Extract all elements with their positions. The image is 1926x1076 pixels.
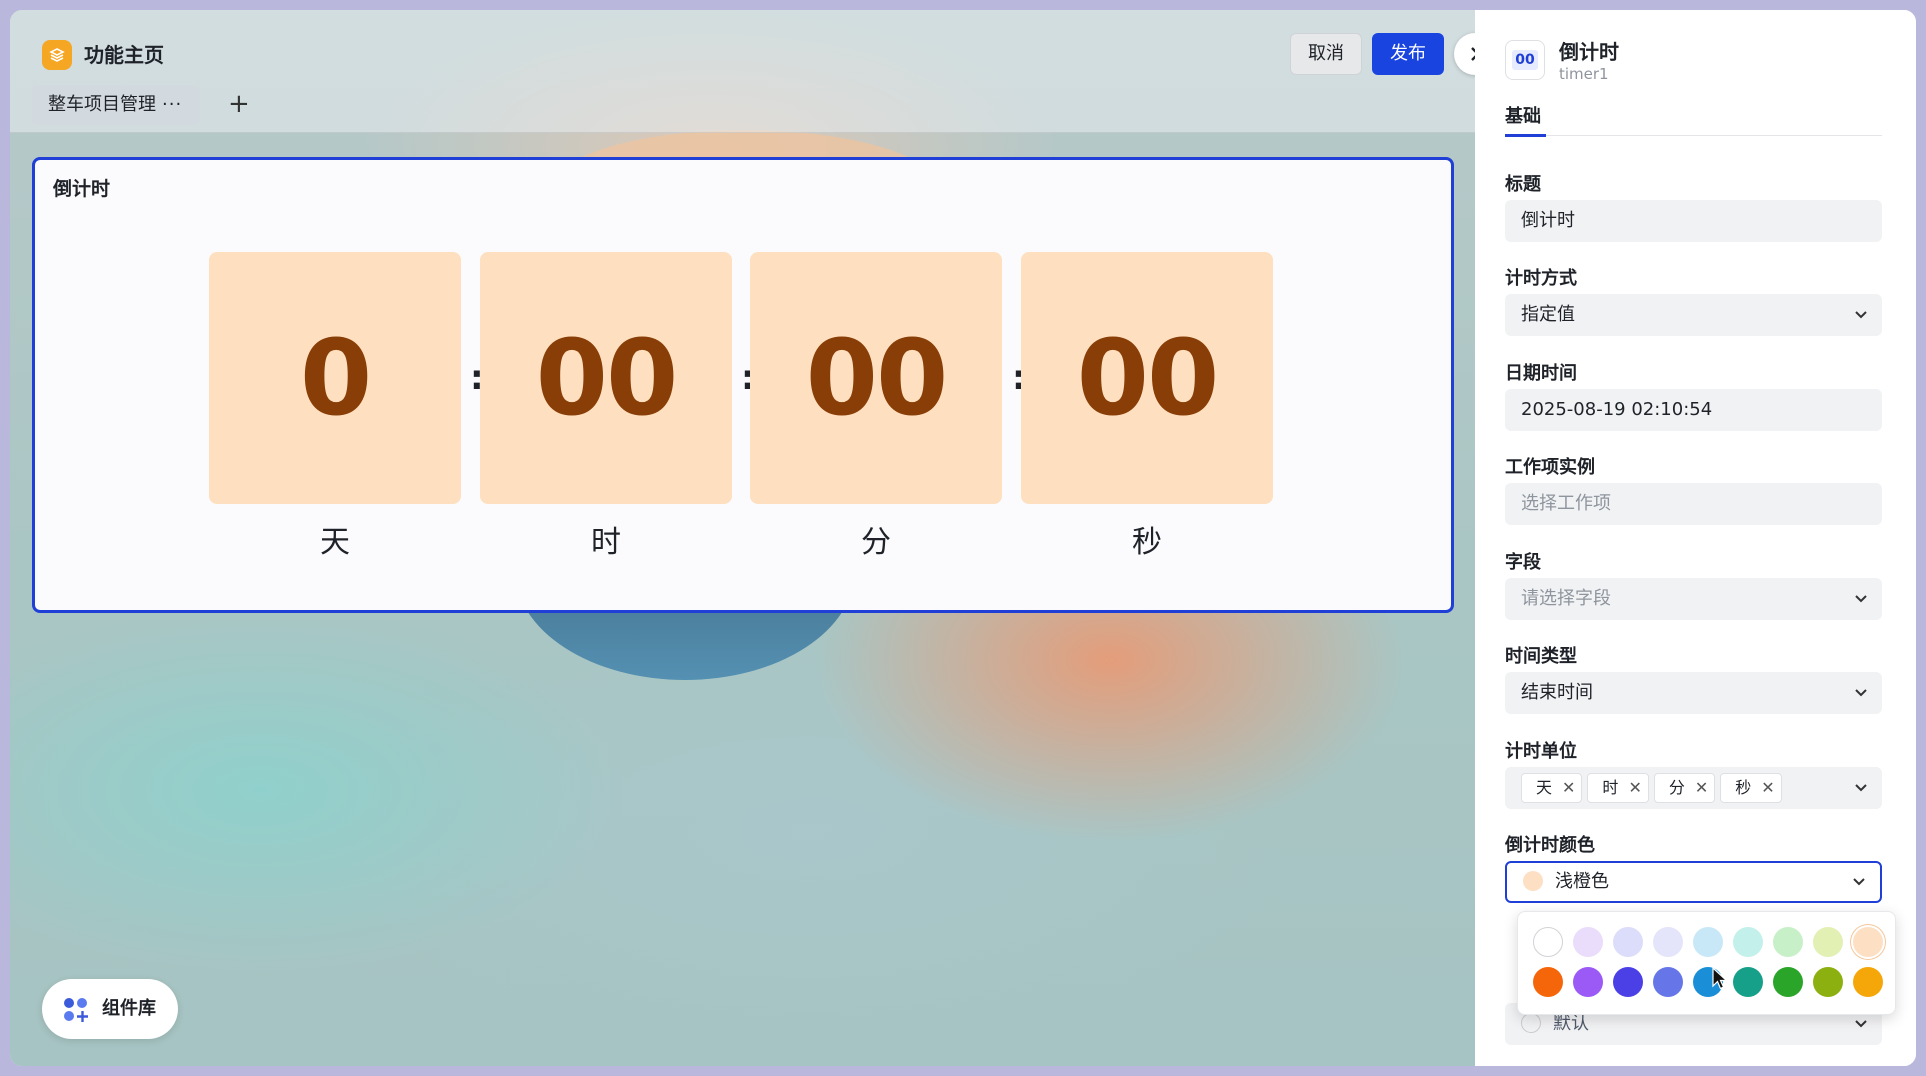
app-logo-icon — [42, 40, 72, 70]
close-icon[interactable]: ✕ — [1628, 778, 1641, 797]
timetype-select[interactable]: 结束时间 — [1505, 672, 1882, 714]
timer-icon: 00 — [1505, 40, 1545, 80]
unit-label: 天 — [320, 525, 350, 560]
unit-tag[interactable]: 分 ✕ — [1653, 773, 1716, 803]
component-library-label: 组件库 — [102, 998, 156, 1019]
days-value: 0 — [209, 252, 461, 504]
close-icon[interactable]: ✕ — [1695, 778, 1708, 797]
minutes-value: 00 — [750, 252, 1002, 504]
panel-title: 倒计时 — [1559, 40, 1619, 64]
chevron-down-icon — [1854, 294, 1868, 336]
workitem-select[interactable]: 选择工作项 — [1505, 483, 1882, 525]
unit-label: 秒 — [1132, 525, 1162, 560]
field-label: 计时单位 — [1505, 741, 1577, 762]
color-palette-popup — [1517, 911, 1896, 1015]
color-swatch[interactable] — [1613, 927, 1643, 957]
chevron-down-icon — [1854, 767, 1868, 809]
color-swatch[interactable] — [1853, 927, 1883, 957]
mouse-cursor-icon — [1712, 967, 1729, 990]
color-swatch[interactable] — [1573, 927, 1603, 957]
color-swatch — [1523, 870, 1543, 891]
color-swatch[interactable] — [1813, 967, 1843, 997]
hours-value: 00 — [480, 252, 732, 504]
countdown-widget[interactable]: 倒计时 0 : 00 : 00 : 00 天 时 分 秒 — [32, 157, 1454, 613]
field-label: 工作项实例 — [1505, 457, 1595, 478]
panel-subtitle: timer1 — [1559, 65, 1609, 83]
unit-tag[interactable]: 秒 ✕ — [1720, 773, 1782, 803]
unit-label: 分 — [861, 525, 891, 560]
publish-button[interactable]: 发布 — [1372, 33, 1444, 75]
unit-multiselect[interactable]: 天 ✕ 时 ✕ 分 ✕ 秒 ✕ — [1505, 767, 1882, 809]
color-swatch[interactable] — [1693, 927, 1723, 957]
page-header: 功能主页 整车项目管理 ··· + 取消 发布 — [10, 10, 1496, 133]
properties-panel: 00 倒计时 timer1 基础 标题 倒计时 计时方式 指定值 日期时间 20… — [1475, 10, 1916, 1066]
color-swatch[interactable] — [1853, 967, 1883, 997]
chevron-down-icon — [1854, 578, 1868, 620]
close-icon[interactable]: ✕ — [1761, 778, 1774, 797]
field-label: 标题 — [1505, 174, 1541, 195]
mode-select[interactable]: 指定值 — [1505, 294, 1882, 336]
cancel-button[interactable]: 取消 — [1290, 33, 1362, 75]
color-swatch[interactable] — [1533, 927, 1563, 957]
field-label: 倒计时颜色 — [1505, 835, 1595, 856]
color-swatch[interactable] — [1733, 927, 1763, 957]
field-label: 日期时间 — [1505, 363, 1577, 384]
datetime-input[interactable]: 2025-08-19 02:10:54 — [1505, 389, 1882, 431]
field-label: 字段 — [1505, 552, 1541, 573]
more-icon[interactable]: ··· — [162, 94, 182, 115]
field-label: 计时方式 — [1505, 268, 1577, 289]
field-label: 时间类型 — [1505, 646, 1577, 667]
color-select[interactable]: 浅橙色 — [1505, 861, 1882, 903]
tab-project[interactable]: 整车项目管理 ··· — [32, 85, 201, 125]
title-input[interactable]: 倒计时 — [1505, 200, 1882, 242]
color-swatch[interactable] — [1533, 967, 1563, 997]
tab-basic[interactable]: 基础 — [1505, 102, 1541, 128]
widget-title: 倒计时 — [53, 178, 111, 200]
component-library-button[interactable]: 组件库 — [42, 979, 178, 1039]
chevron-down-icon — [1854, 672, 1868, 714]
active-tab-indicator — [1505, 134, 1546, 137]
color-swatch[interactable] — [1573, 967, 1603, 997]
color-swatch[interactable] — [1773, 967, 1803, 997]
unit-tag[interactable]: 时 ✕ — [1587, 773, 1649, 803]
color-swatch[interactable] — [1773, 927, 1803, 957]
app-window: 功能主页 整车项目管理 ··· + 取消 发布 倒计时 0 : 00 : 00 :… — [10, 10, 1916, 1066]
color-swatch[interactable] — [1653, 927, 1683, 957]
add-tab-button[interactable]: + — [228, 86, 250, 122]
color-swatch[interactable] — [1813, 927, 1843, 957]
color-swatch[interactable] — [1733, 967, 1763, 997]
unit-label: 时 — [591, 525, 621, 560]
app-title: 功能主页 — [84, 43, 164, 67]
seconds-value: 00 — [1021, 252, 1273, 504]
field-select[interactable]: 请选择字段 — [1505, 578, 1882, 620]
tab-label: 整车项目管理 — [48, 94, 156, 115]
unit-tag[interactable]: 天 ✕ — [1521, 773, 1583, 803]
apps-icon — [64, 998, 88, 1022]
color-swatch[interactable] — [1613, 967, 1643, 997]
divider — [1505, 135, 1882, 136]
color-swatch[interactable] — [1653, 967, 1683, 997]
chevron-down-icon — [1852, 863, 1866, 901]
close-icon[interactable]: ✕ — [1562, 778, 1575, 797]
